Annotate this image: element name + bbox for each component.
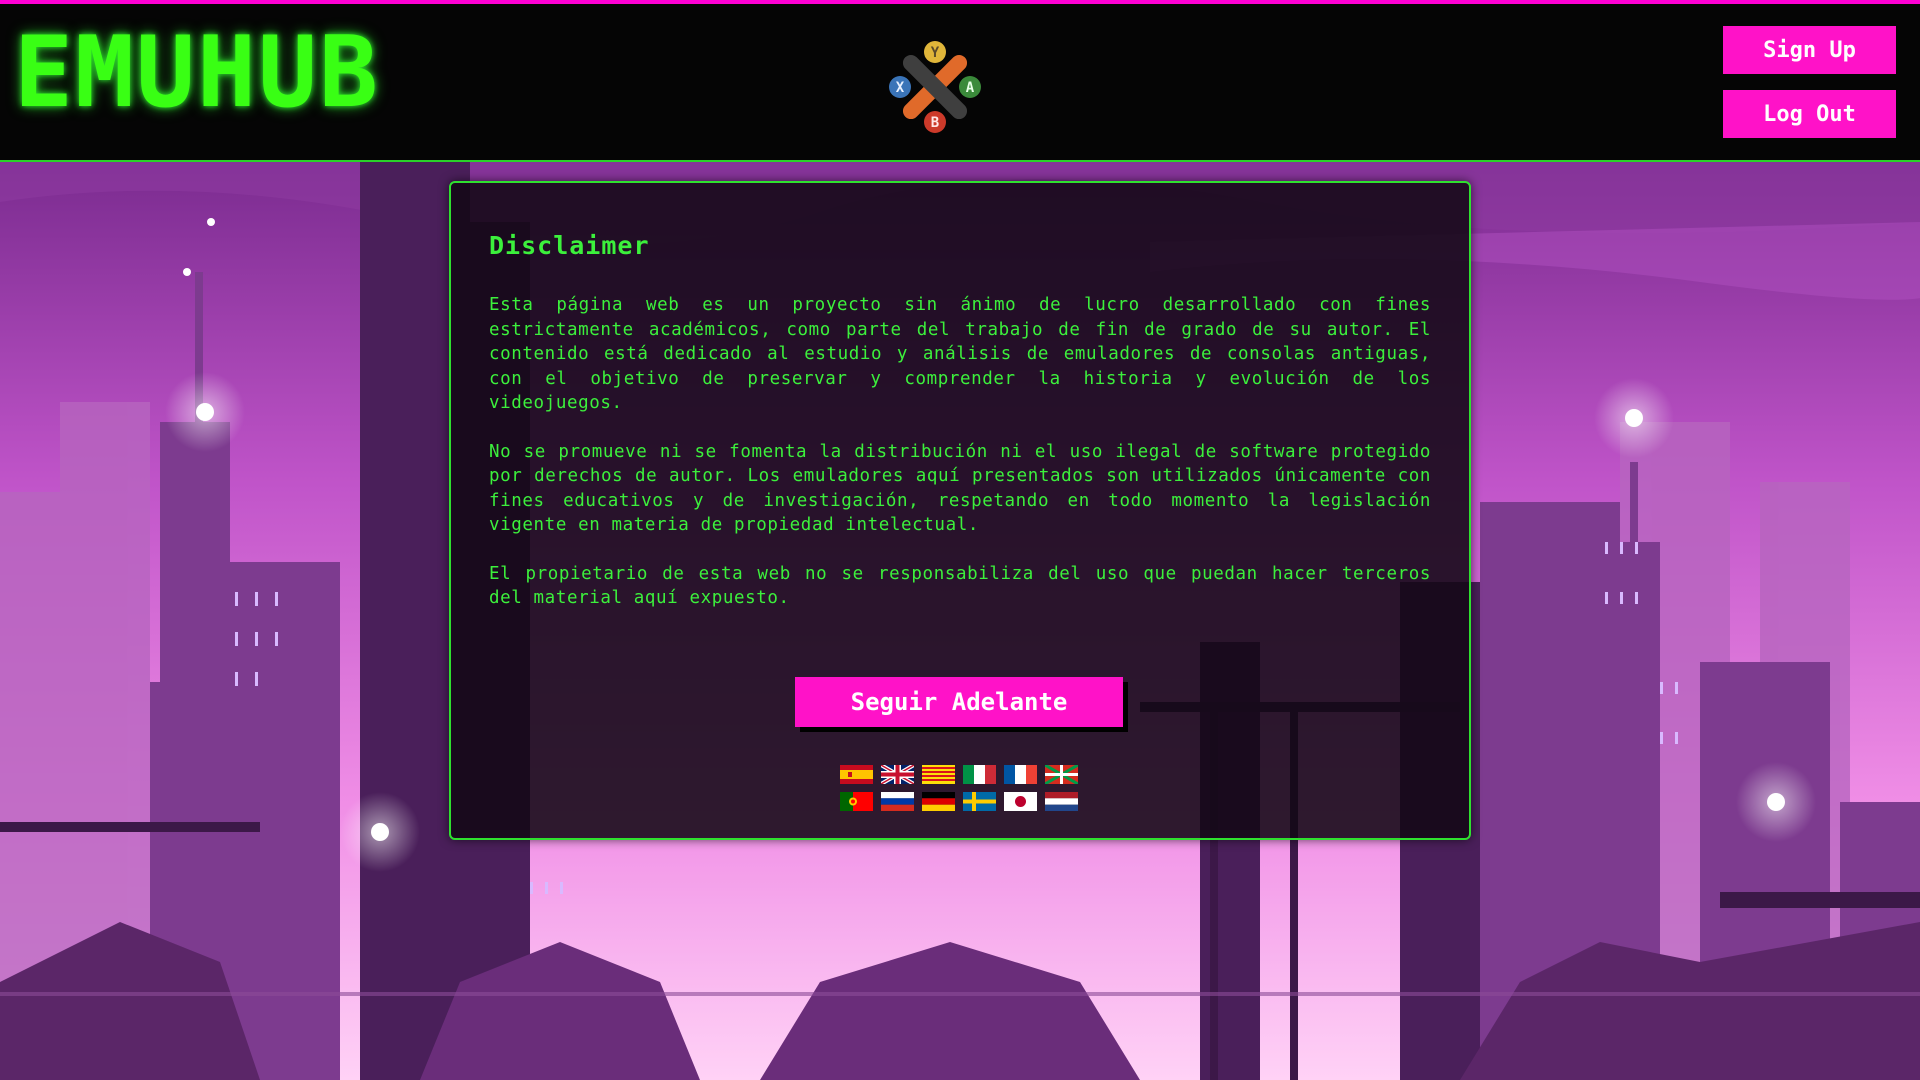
disclaimer-panel: Disclaimer Esta página web es un proyect… [449,181,1471,840]
russia-flag-icon[interactable] [881,792,914,811]
svg-text:B: B [931,115,939,131]
language-selector [840,765,1090,811]
continue-button[interactable]: Seguir Adelante [795,677,1123,727]
svg-text:Y: Y [931,45,940,61]
top-header: EMUHUB Y A X B Sign Up Log Out [0,0,1920,162]
italy-flag-icon[interactable] [963,765,996,784]
spain-flag-icon[interactable] [840,765,873,784]
sign-up-button[interactable]: Sign Up [1724,27,1895,73]
uk-flag-icon[interactable] [881,765,914,784]
japan-flag-icon[interactable] [1004,792,1037,811]
netherlands-flag-icon[interactable] [1045,792,1078,811]
germany-flag-icon[interactable] [922,792,955,811]
disclaimer-title: Disclaimer [489,231,650,260]
disclaimer-paragraph: El propietario de esta web no se respons… [489,563,1431,609]
svg-text:X: X [896,80,905,96]
disclaimer-body: Esta página web es un proyecto sin ánimo… [489,293,1431,635]
site-logo[interactable]: EMUHUB [14,24,380,122]
log-out-button[interactable]: Log Out [1724,91,1895,137]
svg-text:A: A [966,80,975,96]
catalonia-flag-icon[interactable] [922,765,955,784]
basque-flag-icon[interactable] [1045,765,1078,784]
disclaimer-paragraph: Esta página web es un proyecto sin ánimo… [489,295,1431,413]
sweden-flag-icon[interactable] [963,792,996,811]
france-flag-icon[interactable] [1004,765,1037,784]
gamepad-buttons-icon: Y A X B [889,41,981,133]
disclaimer-paragraph: No se promueve ni se fomenta la distribu… [489,441,1431,536]
portugal-flag-icon[interactable] [840,792,873,811]
page: EMUHUB Y A X B Sign Up Log Out Disclaime… [0,0,1920,1080]
